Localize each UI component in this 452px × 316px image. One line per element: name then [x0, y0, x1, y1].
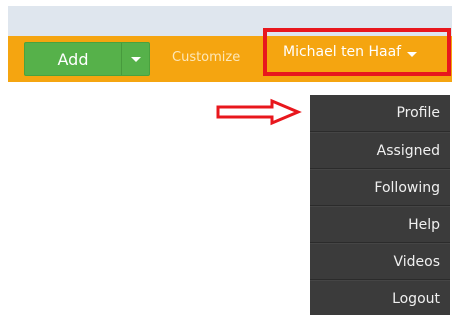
caret-down-icon: [407, 52, 418, 57]
add-button-label: Add: [57, 49, 89, 69]
menu-item-assigned[interactable]: Assigned: [310, 132, 450, 169]
customize-link[interactable]: Customize: [172, 50, 240, 65]
menu-item-following[interactable]: Following: [310, 169, 450, 206]
menu-item-help[interactable]: Help: [310, 206, 450, 243]
add-dropdown-toggle[interactable]: [121, 43, 149, 75]
user-dropdown-menu: Profile Assigned Following Help Videos L…: [310, 95, 450, 315]
app-screen: Add Customize Michael ten Haaf Profile A…: [0, 0, 452, 316]
menu-item-logout[interactable]: Logout: [310, 280, 450, 316]
user-name-label: Michael ten Haaf: [283, 44, 402, 60]
caret-down-icon: [130, 56, 141, 62]
top-toolbar: Add Customize Michael ten Haaf: [8, 28, 452, 82]
user-menu-toggle[interactable]: Michael ten Haaf: [263, 28, 451, 76]
add-button[interactable]: Add: [24, 42, 150, 76]
menu-item-videos[interactable]: Videos: [310, 243, 450, 280]
menu-item-profile[interactable]: Profile: [310, 95, 450, 132]
annotation-arrow-icon: [216, 98, 302, 126]
